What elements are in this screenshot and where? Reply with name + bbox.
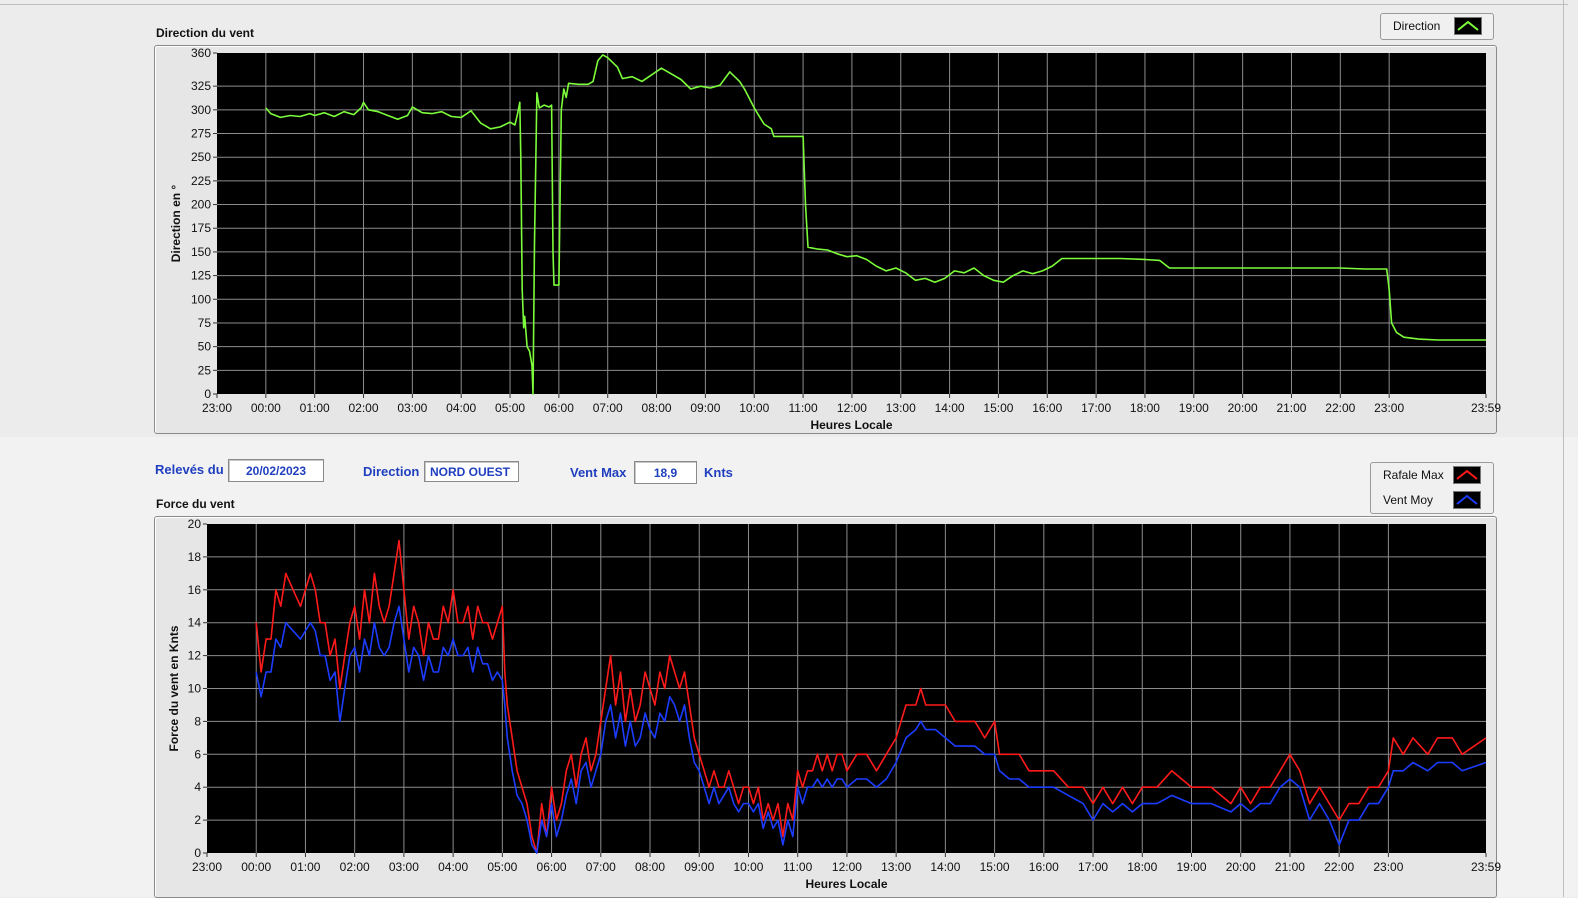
- legend-rafale-label: Rafale Max: [1383, 468, 1444, 482]
- x-tick-label: 03:00: [389, 860, 419, 874]
- y-tick-label: 16: [188, 583, 202, 597]
- x-tick-label: 08:00: [635, 860, 665, 874]
- y-tick-label: 14: [188, 616, 202, 630]
- x-tick-label: 00:00: [241, 860, 271, 874]
- legend-rafale-swatch: [1453, 466, 1481, 484]
- x-tick-label: 11:00: [783, 860, 812, 874]
- x-tick-label: 22:00: [1324, 860, 1354, 874]
- y-tick-label: 12: [188, 649, 202, 663]
- y-tick-label: 0: [194, 846, 201, 860]
- x-tick-label: 02:00: [340, 860, 370, 874]
- force-legend[interactable]: Rafale Max Vent Moy: [1370, 462, 1494, 514]
- y-tick-label: 20: [188, 517, 202, 531]
- force-chart: 23:00 00:00 01:00 02:00 03:00 04:00 05:00 06:00…: [167, 517, 1501, 891]
- y-tick-label: 2: [194, 813, 201, 827]
- x-tick-label: 07:00: [586, 860, 616, 874]
- x-tick-label: 12:00: [832, 860, 862, 874]
- y-axis-label: Force du vent en Knts: [167, 625, 181, 751]
- x-tick-label: 23:59: [1471, 860, 1501, 874]
- y-tick-label: 10: [188, 682, 202, 696]
- x-tick-label: 17:00: [1078, 860, 1108, 874]
- y-tick-label: 8: [194, 714, 201, 728]
- x-tick-label: 16:00: [1029, 860, 1059, 874]
- y-tick-label: 18: [188, 550, 202, 564]
- x-tick-label: 23:00: [192, 860, 222, 874]
- x-tick-label: 18:00: [1127, 860, 1157, 874]
- legend-ventmoy-label: Vent Moy: [1383, 493, 1434, 507]
- y-tick-label: 6: [194, 747, 201, 761]
- x-tick-label: 06:00: [537, 860, 567, 874]
- x-tick-label: 15:00: [980, 860, 1010, 874]
- x-tick-label: 01:00: [290, 860, 320, 874]
- x-tick-label: 21:00: [1275, 860, 1305, 874]
- x-tick-label: 14:00: [930, 860, 960, 874]
- x-tick-label: 04:00: [438, 860, 468, 874]
- legend-ventmoy-swatch: [1453, 491, 1481, 509]
- x-tick-label: 13:00: [881, 860, 911, 874]
- x-tick-label: 23:00: [1373, 860, 1403, 874]
- x-tick-label: 09:00: [684, 860, 714, 874]
- x-tick-label: 19:00: [1176, 860, 1206, 874]
- y-tick-label: 4: [194, 780, 201, 794]
- x-axis-label: Heures Locale: [805, 877, 887, 891]
- x-tick-label: 20:00: [1226, 860, 1256, 874]
- x-tick-label: 10:00: [733, 860, 763, 874]
- x-tick-label: 05:00: [487, 860, 517, 874]
